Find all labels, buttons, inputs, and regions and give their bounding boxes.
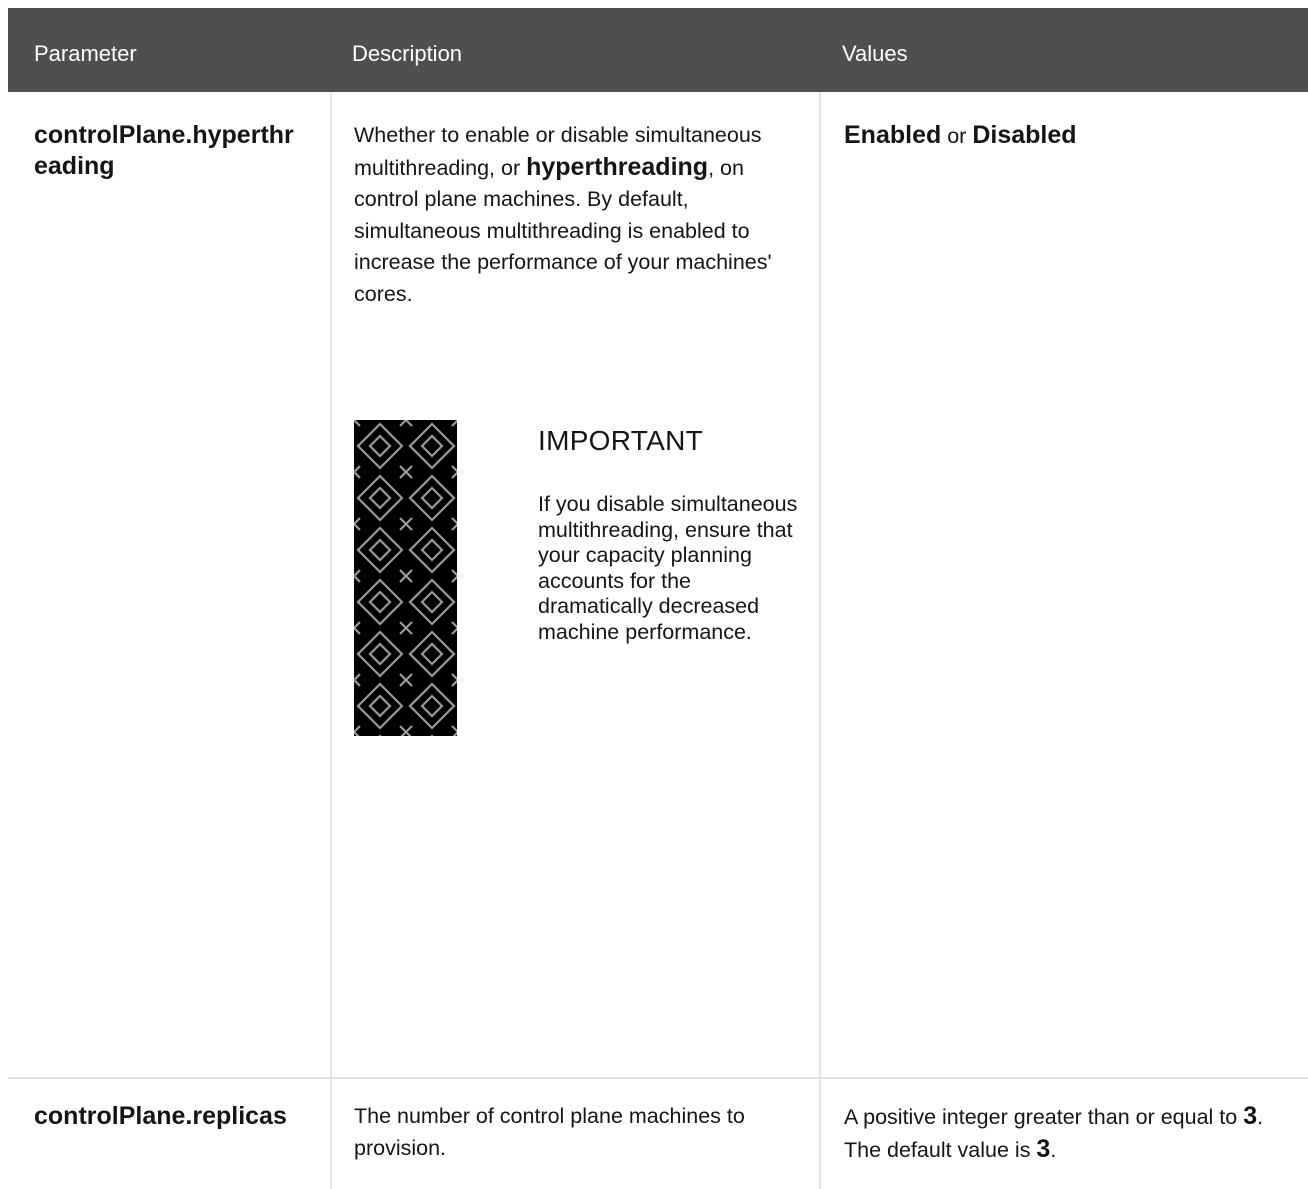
- header-description: Description: [352, 41, 463, 66]
- important-pattern-icon: [354, 420, 457, 736]
- admonition-title: IMPORTANT: [538, 425, 703, 456]
- header-values: Values: [842, 41, 908, 66]
- table-row: controlPlane.replicas The number of cont…: [8, 1077, 1308, 1189]
- value-minimum: 3: [1243, 1102, 1258, 1130]
- values-text: A positive integer greater than or equal…: [844, 1105, 1244, 1129]
- column-divider: [330, 92, 332, 1077]
- table-row: controlPlane.hyperthreading Whether to e…: [8, 92, 1308, 1077]
- parameter-description: Whether to enable or disable simultaneou…: [354, 120, 794, 310]
- column-divider: [819, 92, 821, 1077]
- header-parameter: Parameter: [34, 41, 137, 66]
- parameters-table: Parameter Description Values controlPlan…: [8, 8, 1308, 1189]
- column-divider: [330, 1079, 332, 1189]
- parameter-name: controlPlane.hyperthreading: [34, 121, 294, 180]
- admonition-body: If you disable simultaneous multithreadi…: [538, 492, 798, 644]
- column-divider: [819, 1079, 821, 1189]
- value-separator: or: [941, 124, 973, 148]
- table-header: Parameter Description Values: [8, 8, 1308, 92]
- parameter-values: A positive integer greater than or equal…: [844, 1101, 1304, 1166]
- value-default: 3: [1036, 1134, 1051, 1163]
- description-emphasis: hyperthreading: [526, 152, 709, 181]
- value-option: Enabled: [844, 121, 942, 149]
- values-text: .: [1050, 1137, 1057, 1162]
- parameter-values: Enabled or Disabled: [844, 120, 1304, 153]
- value-option: Disabled: [972, 121, 1077, 149]
- parameter-description: The number of control plane machines to …: [354, 1104, 745, 1160]
- important-admonition: IMPORTANT If you disable simultaneous mu…: [354, 420, 804, 740]
- parameter-name: controlPlane.replicas: [34, 1102, 287, 1130]
